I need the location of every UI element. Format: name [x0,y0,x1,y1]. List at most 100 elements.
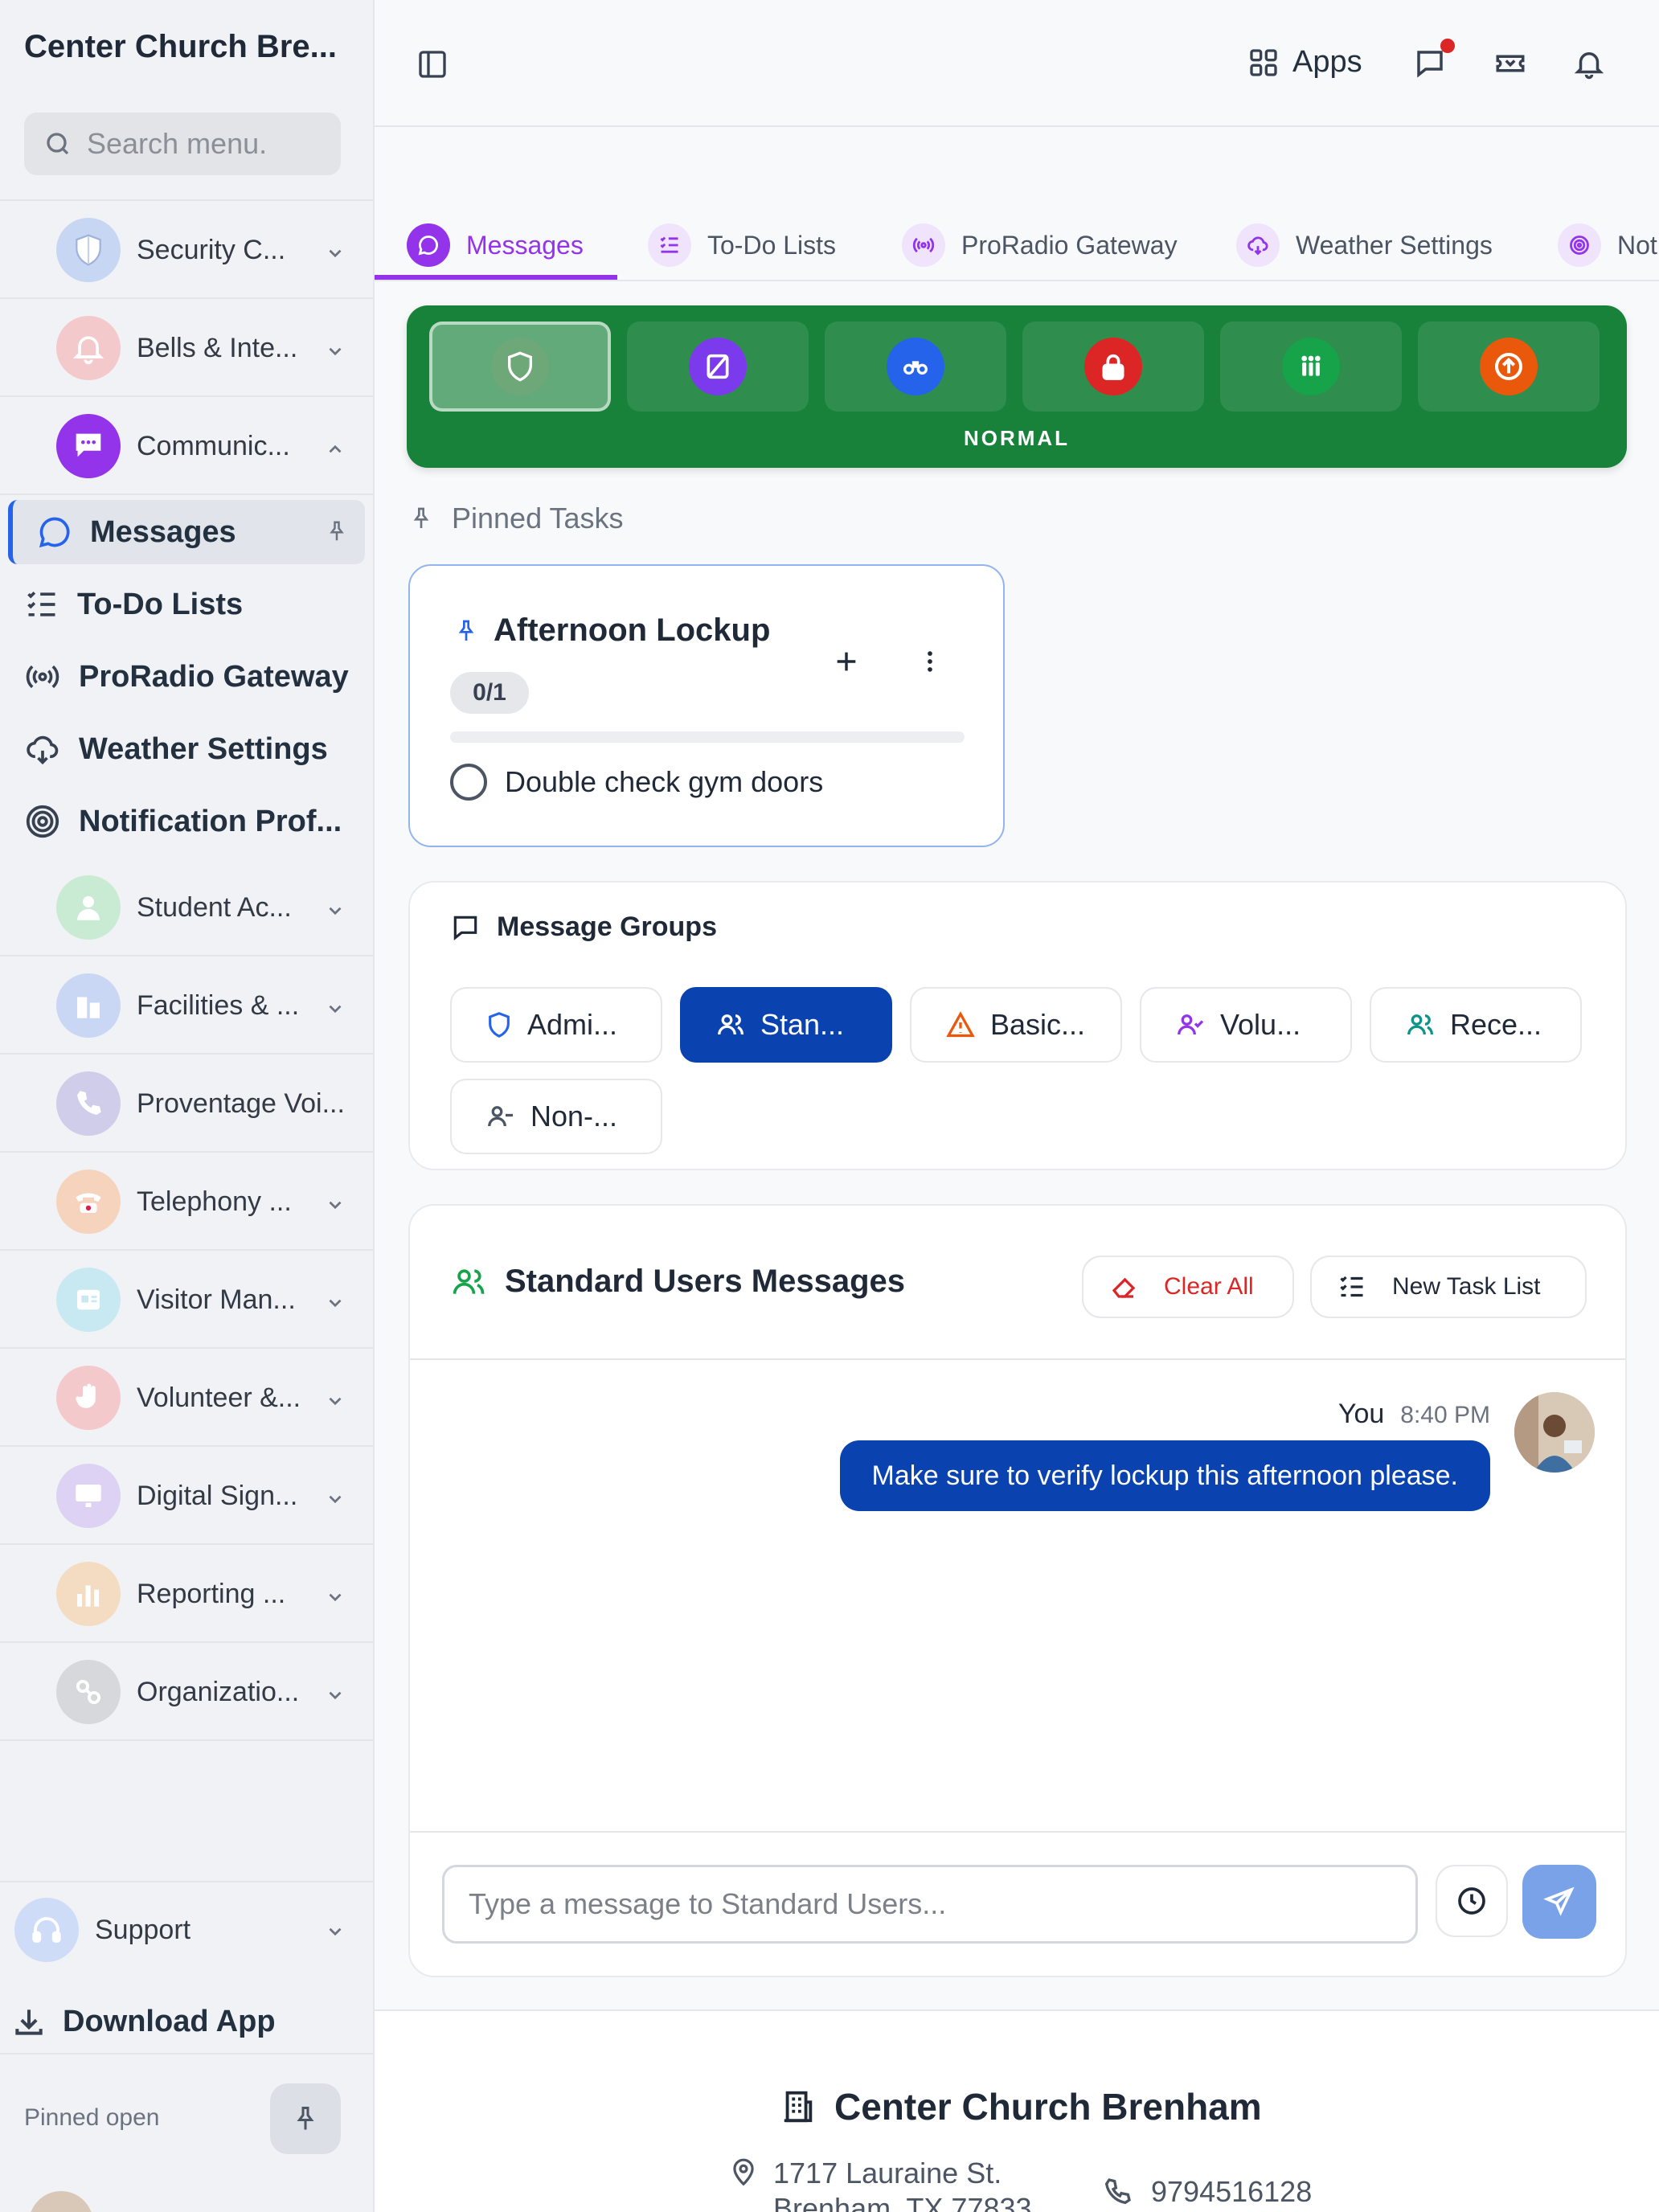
pin-sidebar-button[interactable] [270,2083,341,2154]
task-checkbox[interactable] [450,764,487,801]
tab-weather-settings[interactable]: Weather Settings [1236,209,1493,280]
tab-proradio-gateway[interactable]: ProRadio Gateway [902,209,1178,280]
chevron-down-icon[interactable] [325,900,346,921]
chevron-down-icon[interactable] [325,1921,346,1942]
tab-todo-lists[interactable]: To-Do Lists [648,209,836,280]
sidebar-category-facilities[interactable]: Facilities & ... [0,958,373,1055]
chevron-down-icon[interactable] [325,1489,346,1509]
alert-status-bar: NORMAL [407,305,1627,468]
schedule-button[interactable] [1436,1865,1508,1937]
message-bubble: Make sure to verify lockup this afternoo… [839,1440,1490,1511]
sidebar-category-security[interactable]: Security C... [0,203,373,299]
group-chip-standard-users[interactable]: Stan... [680,987,892,1063]
message-composer [410,1831,1625,1976]
telephone-icon [56,1169,121,1234]
no-entry-icon [689,338,747,395]
chat-header: Standard Users Messages Clear All New Ta… [410,1206,1625,1360]
tab-notification-profiles[interactable]: Not [1558,209,1657,280]
apps-button[interactable]: Apps [1247,45,1362,80]
send-button[interactable] [1522,1865,1596,1939]
task-progress-bar [450,731,965,743]
checklist-icon [648,223,691,267]
clear-all-button[interactable]: Clear All [1082,1256,1294,1318]
new-task-list-label: New Task List [1392,1273,1541,1300]
group-chip-non[interactable]: Non-... [450,1079,662,1154]
status-hold-button[interactable] [627,322,809,412]
sidebar-category-visitor-management[interactable]: Visitor Man... [0,1252,373,1349]
group-chip-volunteer[interactable]: Volu... [1140,987,1352,1063]
footer-phone: 9794516128 [1101,2175,1312,2209]
chat-icon[interactable] [1413,47,1447,80]
message-input[interactable] [442,1865,1418,1944]
download-icon [11,2004,47,2039]
sidebar-toggle-icon[interactable] [416,48,449,80]
sidebar-category-digital-signage[interactable]: Digital Sign... [0,1448,373,1545]
new-task-list-button[interactable]: New Task List [1310,1256,1587,1318]
sidebar-support[interactable]: Support [0,1881,373,1977]
status-lockdown-button[interactable] [1022,322,1204,412]
chevron-down-icon[interactable] [325,1194,346,1215]
chevron-down-icon[interactable] [325,243,346,264]
download-app-link[interactable]: Download App [0,1990,373,2054]
pin-icon[interactable] [325,518,349,545]
radio-icon [24,659,61,694]
users-icon [1405,1010,1436,1039]
user-avatar[interactable] [29,2191,93,2212]
add-task-icon[interactable] [833,648,860,675]
sidebar-category-proventage-voice[interactable]: Proventage Voi... [0,1056,373,1153]
sidebar-item-messages[interactable]: Messages [8,500,365,564]
sidebar-item-label: To-Do Lists [77,587,244,621]
sidebar-item-todo-lists[interactable]: To-Do Lists [0,572,373,637]
group-chip-label: Stan... [760,1008,845,1041]
sidebar-item-weather-settings[interactable]: Weather Settings [0,717,373,781]
address-text: 1717 Lauraine St. Brenham, TX 77833 [773,2156,1032,2212]
status-shelter-button[interactable] [1220,322,1402,412]
search-menu-input[interactable]: Search menu. [24,113,341,175]
status-secure-button[interactable] [825,322,1006,412]
status-normal-button[interactable] [429,322,611,412]
chevron-down-icon[interactable] [325,1391,346,1411]
sidebar-category-communications[interactable]: Communic... [0,399,373,495]
sidebar-category-student-accountability[interactable]: Student Ac... [0,860,373,956]
chevron-down-icon[interactable] [325,1292,346,1313]
chat-bubble-icon [37,514,72,550]
pinned-tasks-heading: Pinned Tasks [408,502,623,535]
sidebar-category-label: Volunteer &... [137,1382,301,1413]
sidebar-category-label: Organizatio... [137,1676,300,1707]
tab-messages[interactable]: Messages [407,209,584,280]
sidebar-category-bells[interactable]: Bells & Inte... [0,301,373,397]
message-groups-card: Message Groups Admi... Stan... Basic... … [408,881,1627,1170]
user-avatar [1514,1392,1595,1473]
org-icon [56,1660,121,1724]
sidebar-category-label: Facilities & ... [137,989,300,1021]
tab-bar: Messages To-Do Lists ProRadio Gateway We… [375,190,1659,281]
status-evacuate-button[interactable] [1418,322,1600,412]
task-item[interactable]: Double check gym doors [450,764,823,801]
bell-icon[interactable] [1572,47,1606,80]
chevron-down-icon[interactable] [325,1587,346,1608]
send-icon [1543,1886,1575,1918]
sidebar-category-telephony[interactable]: Telephony ... [0,1154,373,1251]
chevron-down-icon[interactable] [325,998,346,1019]
message-meta: You 8:40 PM [1338,1399,1490,1430]
pin-icon[interactable] [453,616,479,646]
chevron-up-icon[interactable] [325,439,346,460]
shield-icon [491,338,549,395]
chevron-down-icon[interactable] [325,341,346,362]
ticket-icon[interactable] [1493,47,1527,80]
monitor-icon [56,1464,121,1528]
sidebar-item-proradio-gateway[interactable]: ProRadio Gateway [0,645,373,709]
group-chip-admin[interactable]: Admi... [450,987,662,1063]
pinned-open-label: Pinned open [24,2104,160,2131]
more-options-icon[interactable] [916,646,944,677]
badge-icon [56,1268,121,1332]
sidebar-category-reporting[interactable]: Reporting ... [0,1546,373,1643]
group-chip-basic[interactable]: Basic... [910,987,1122,1063]
pinned-tasks-label: Pinned Tasks [452,502,624,535]
pinned-task-card: Afternoon Lockup 0/1 Double check gym do… [408,564,1005,847]
group-chip-reception[interactable]: Rece... [1370,987,1582,1063]
sidebar-category-organization[interactable]: Organizatio... [0,1645,373,1741]
sidebar-category-volunteer[interactable]: Volunteer &... [0,1350,373,1447]
sidebar-item-notification-profiles[interactable]: Notification Prof... [0,789,373,854]
chevron-down-icon[interactable] [325,1685,346,1706]
